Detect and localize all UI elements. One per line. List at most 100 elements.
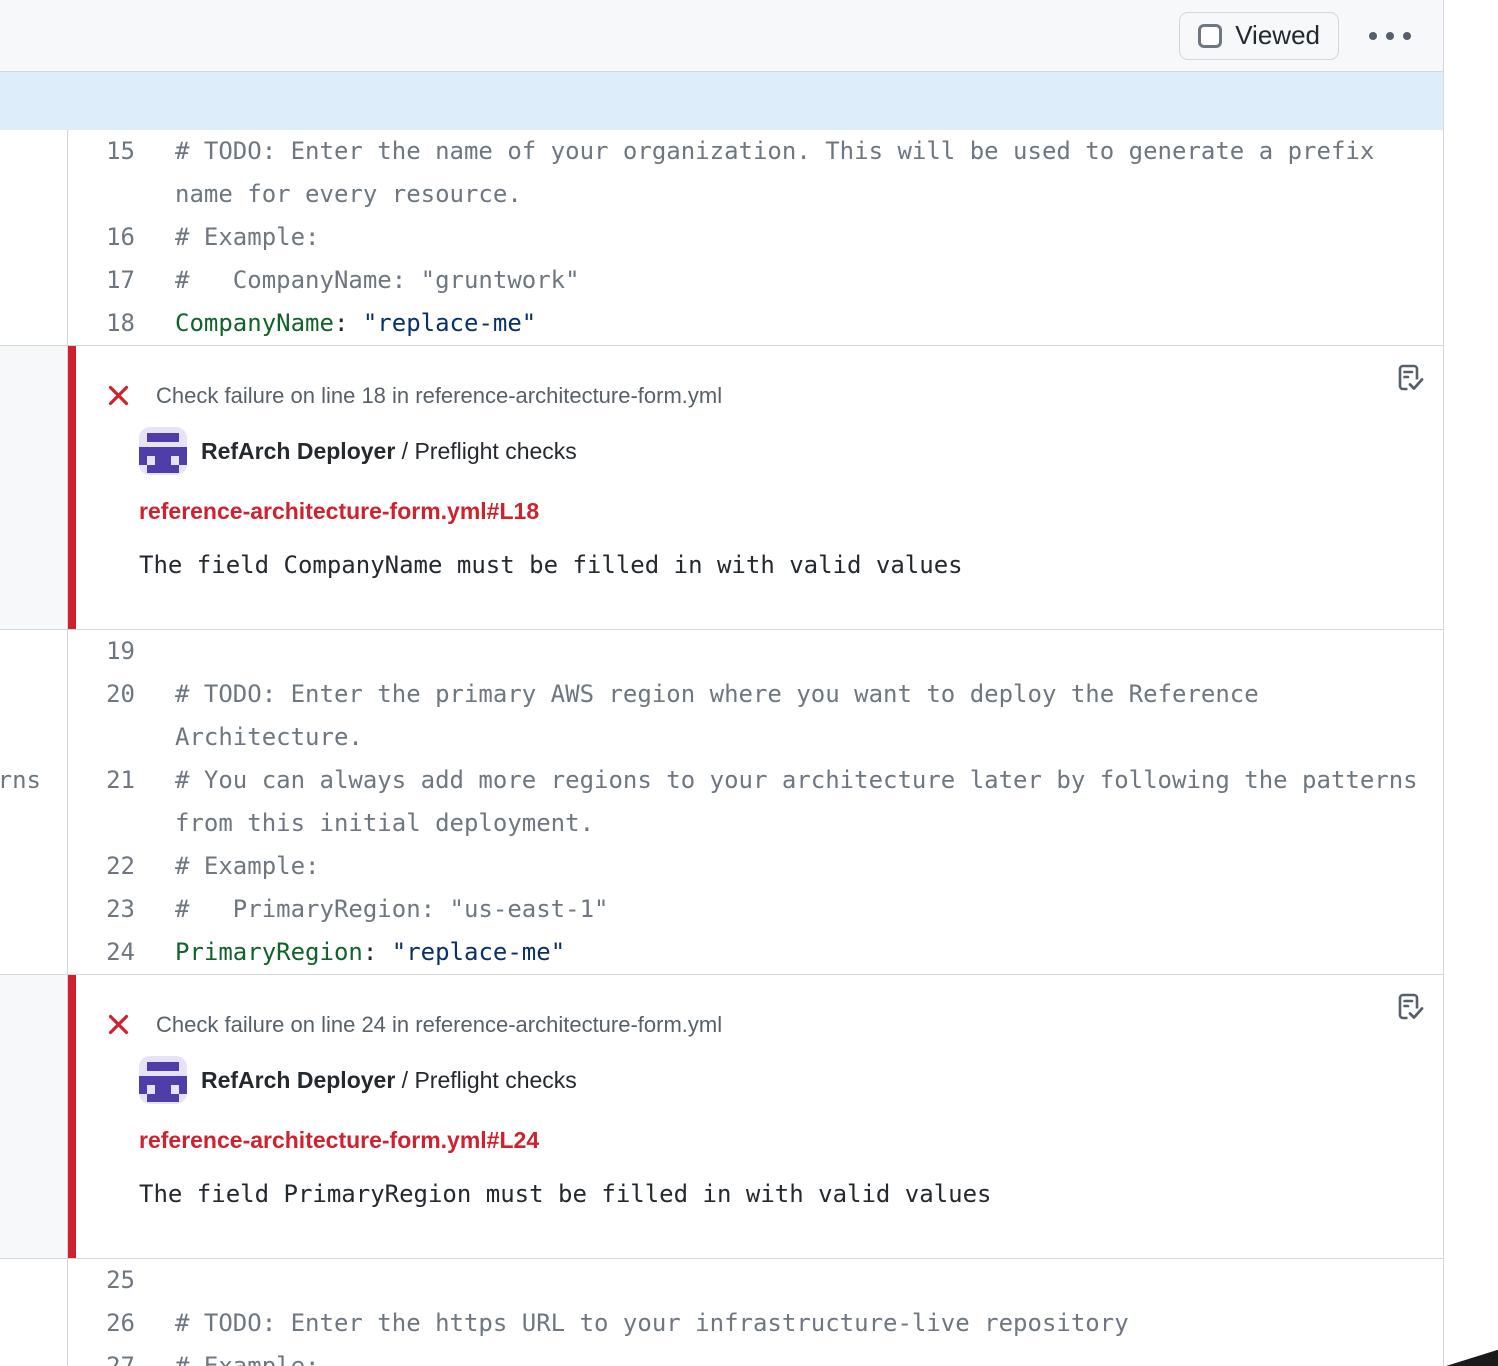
check-run-name: RefArch Deployer / Preflight checks [201,1067,577,1094]
mouse-cursor [1446,1348,1498,1366]
check-run-name: RefArch Deployer / Preflight checks [201,438,577,465]
line-content: # Example: [175,845,1443,888]
code-segment: "replace-me" [363,309,536,337]
code-segment: # TODO: Enter the https URL to your infr… [175,1309,1129,1337]
annotation-message: The field CompanyName must be filled in … [139,551,1403,579]
line-number[interactable]: 25 [68,1259,175,1302]
left-pane-sliver [0,346,68,629]
code-segment: # CompanyName: "gruntwork" [175,266,580,294]
line-content: # TODO: Enter the https URL to your infr… [175,1302,1443,1345]
line-content: # Example: [175,216,1443,259]
annotation-title-row: Check failure on line 24 in reference-ar… [107,1011,1403,1038]
code-pane: 25 26 # TODO: Enter the https URL to you… [68,1259,1443,1366]
line-number[interactable]: 15 [68,130,175,216]
code-segment: # TODO: Enter the primary AWS region whe… [175,680,1273,751]
line-number[interactable]: 17 [68,259,175,302]
code-line-row[interactable]: 17 # CompanyName: "gruntwork" [68,259,1443,302]
viewed-label: Viewed [1235,20,1320,51]
check-failure-x-icon [107,384,130,407]
checklist-check-icon [1393,382,1425,397]
check-failure-annotation: Check failure on line 18 in reference-ar… [68,346,1443,629]
line-number[interactable]: 18 [68,302,175,345]
code-segment: : [363,938,392,966]
code-line-row[interactable]: 16 # Example: [68,216,1443,259]
line-content [175,630,1443,673]
code-section: 15 # TODO: Enter the name of your organi… [0,130,1443,345]
line-number[interactable]: 27 [68,1345,175,1366]
line-content: CompanyName: "replace-me" [175,302,1443,345]
code-line-row[interactable]: 26 # TODO: Enter the https URL to your i… [68,1302,1443,1345]
diff-viewer-page: Viewed 15 # TODO: Enter the name of your… [0,0,1498,1366]
left-pane-overflow-text: rns [0,759,41,802]
check-name-suffix: / Preflight checks [395,438,577,464]
code-line-row[interactable]: 24 PrimaryRegion: "replace-me" [68,931,1443,974]
code-segment: # Example: [175,852,320,880]
check-annotation-section: Check failure on line 18 in reference-ar… [0,345,1443,630]
line-number[interactable]: 22 [68,845,175,888]
kebab-dot-icon [1386,32,1394,40]
code-line-row[interactable]: 22 # Example: [68,845,1443,888]
code-segment: # PrimaryRegion: "us-east-1" [175,895,608,923]
diff-sections: 15 # TODO: Enter the name of your organi… [0,130,1443,1366]
viewed-toggle-button[interactable]: Viewed [1179,12,1339,60]
code-pane: 19 20 # TODO: Enter the primary AWS regi… [68,630,1443,974]
refarch-deployer-avatar[interactable] [139,1056,187,1104]
kebab-dot-icon [1369,32,1377,40]
check-failure-annotation: Check failure on line 24 in reference-ar… [68,975,1443,1258]
view-workflow-file-button[interactable] [1389,987,1429,1030]
check-annotation-section: Check failure on line 24 in reference-ar… [0,974,1443,1259]
code-segment: "replace-me" [392,938,565,966]
hunk-header-row [0,72,1443,130]
line-content: PrimaryRegion: "replace-me" [175,931,1443,974]
check-app-row: RefArch Deployer / Preflight checks [139,427,1403,475]
line-content: # PrimaryRegion: "us-east-1" [175,888,1443,931]
code-section: rns 19 20 # TODO: Enter the primary AWS … [0,630,1443,974]
file-header-bar: Viewed [0,0,1443,72]
view-workflow-file-button[interactable] [1389,358,1429,401]
code-line-row[interactable]: 21 # You can always add more regions to … [68,759,1443,845]
line-content: # You can always add more regions to you… [175,759,1443,845]
code-pane: 15 # TODO: Enter the name of your organi… [68,130,1443,345]
code-segment: PrimaryRegion [175,938,363,966]
code-line-row[interactable]: 23 # PrimaryRegion: "us-east-1" [68,888,1443,931]
check-app-name: RefArch Deployer [201,438,395,464]
kebab-menu-button[interactable] [1365,22,1415,50]
line-number[interactable]: 21 [68,759,175,845]
line-content: # CompanyName: "gruntwork" [175,259,1443,302]
line-content: # Example: [175,1345,1443,1366]
line-number[interactable]: 26 [68,1302,175,1345]
code-segment: # You can always add more regions to you… [175,766,1432,837]
line-number[interactable]: 24 [68,931,175,974]
line-number[interactable]: 20 [68,673,175,759]
code-line-row[interactable]: 18 CompanyName: "replace-me" [68,302,1443,345]
viewed-checkbox-icon[interactable] [1198,24,1222,48]
checklist-check-icon [1393,1011,1425,1026]
code-line-row[interactable]: 25 [68,1259,1443,1302]
left-pane-sliver [0,130,68,345]
line-number[interactable]: 16 [68,216,175,259]
annotation-title: Check failure on line 24 in reference-ar… [156,1012,722,1038]
annotation-file-link[interactable]: reference-architecture-form.yml#L18 [139,498,539,525]
code-line-row[interactable]: 20 # TODO: Enter the primary AWS region … [68,673,1443,759]
check-name-suffix: / Preflight checks [395,1067,577,1093]
check-app-row: RefArch Deployer / Preflight checks [139,1056,1403,1104]
code-segment: # Example: [175,223,320,251]
line-number[interactable]: 19 [68,630,175,673]
code-line-row[interactable]: 19 [68,630,1443,673]
annotation-file-link[interactable]: reference-architecture-form.yml#L24 [139,1127,539,1154]
left-pane-sliver [0,975,68,1258]
left-pane-sliver [0,1259,68,1366]
diff-file-container: Viewed 15 # TODO: Enter the name of your… [0,0,1444,1366]
annotation-message: The field PrimaryRegion must be filled i… [139,1180,1403,1208]
line-content: # TODO: Enter the primary AWS region whe… [175,673,1443,759]
left-pane-sliver: rns [0,630,68,974]
line-number[interactable]: 23 [68,888,175,931]
annotation-title-row: Check failure on line 18 in reference-ar… [107,382,1403,409]
code-line-row[interactable]: 27 # Example: [68,1345,1443,1366]
code-segment: : [334,309,363,337]
refarch-deployer-avatar[interactable] [139,427,187,475]
line-content [175,1259,1443,1302]
code-line-row[interactable]: 15 # TODO: Enter the name of your organi… [68,130,1443,216]
code-segment: # TODO: Enter the name of your organizat… [175,137,1389,208]
code-segment: CompanyName [175,309,334,337]
